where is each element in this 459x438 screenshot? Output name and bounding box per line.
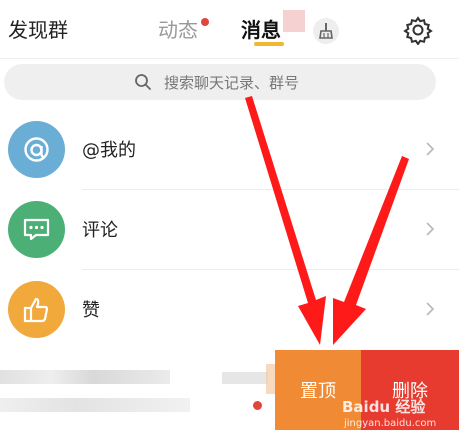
tab-messages[interactable]: 消息 xyxy=(241,14,281,43)
blurred-title xyxy=(0,370,170,384)
comment-icon xyxy=(23,218,50,241)
tab-dynamics[interactable]: 动态 xyxy=(158,14,198,43)
at-icon xyxy=(24,137,49,162)
list-item-likes[interactable]: 赞 xyxy=(0,270,459,348)
baidu-jingyan-watermark: Baidu 经验 jingyan.baidu.com xyxy=(342,398,437,429)
tab-active-indicator xyxy=(254,42,284,46)
blurred-preview xyxy=(0,398,190,412)
search-icon xyxy=(135,74,151,90)
search-bar[interactable]: 搜索聊天记录、群号 xyxy=(4,64,436,100)
list-item-label: @我的 xyxy=(82,140,136,161)
blurred-time xyxy=(222,372,268,384)
thumbs-up-icon xyxy=(23,297,49,323)
likes-avatar xyxy=(8,281,65,338)
chevron-right-icon xyxy=(426,222,435,236)
discover-groups-link[interactable]: 发现群 xyxy=(8,14,68,43)
comments-avatar xyxy=(8,201,65,258)
list-item-label: 赞 xyxy=(82,300,100,321)
search-placeholder: 搜索聊天记录、群号 xyxy=(164,74,300,92)
clear-unread-button[interactable] xyxy=(313,18,339,44)
list-item-comments[interactable]: 评论 xyxy=(0,190,459,268)
list-item-label: 评论 xyxy=(82,220,118,241)
broom-icon xyxy=(319,23,333,39)
gear-icon[interactable] xyxy=(403,15,433,45)
tab-dynamics-badge xyxy=(201,18,209,26)
list-item-mentions[interactable]: @我的 xyxy=(0,110,459,188)
unread-dot xyxy=(253,401,262,410)
chevron-right-icon xyxy=(426,142,435,156)
chevron-right-icon xyxy=(426,302,435,316)
mentions-avatar xyxy=(8,121,65,178)
mosaic-patch xyxy=(283,10,305,32)
top-bar: 发现群 动态 消息 xyxy=(0,0,459,59)
